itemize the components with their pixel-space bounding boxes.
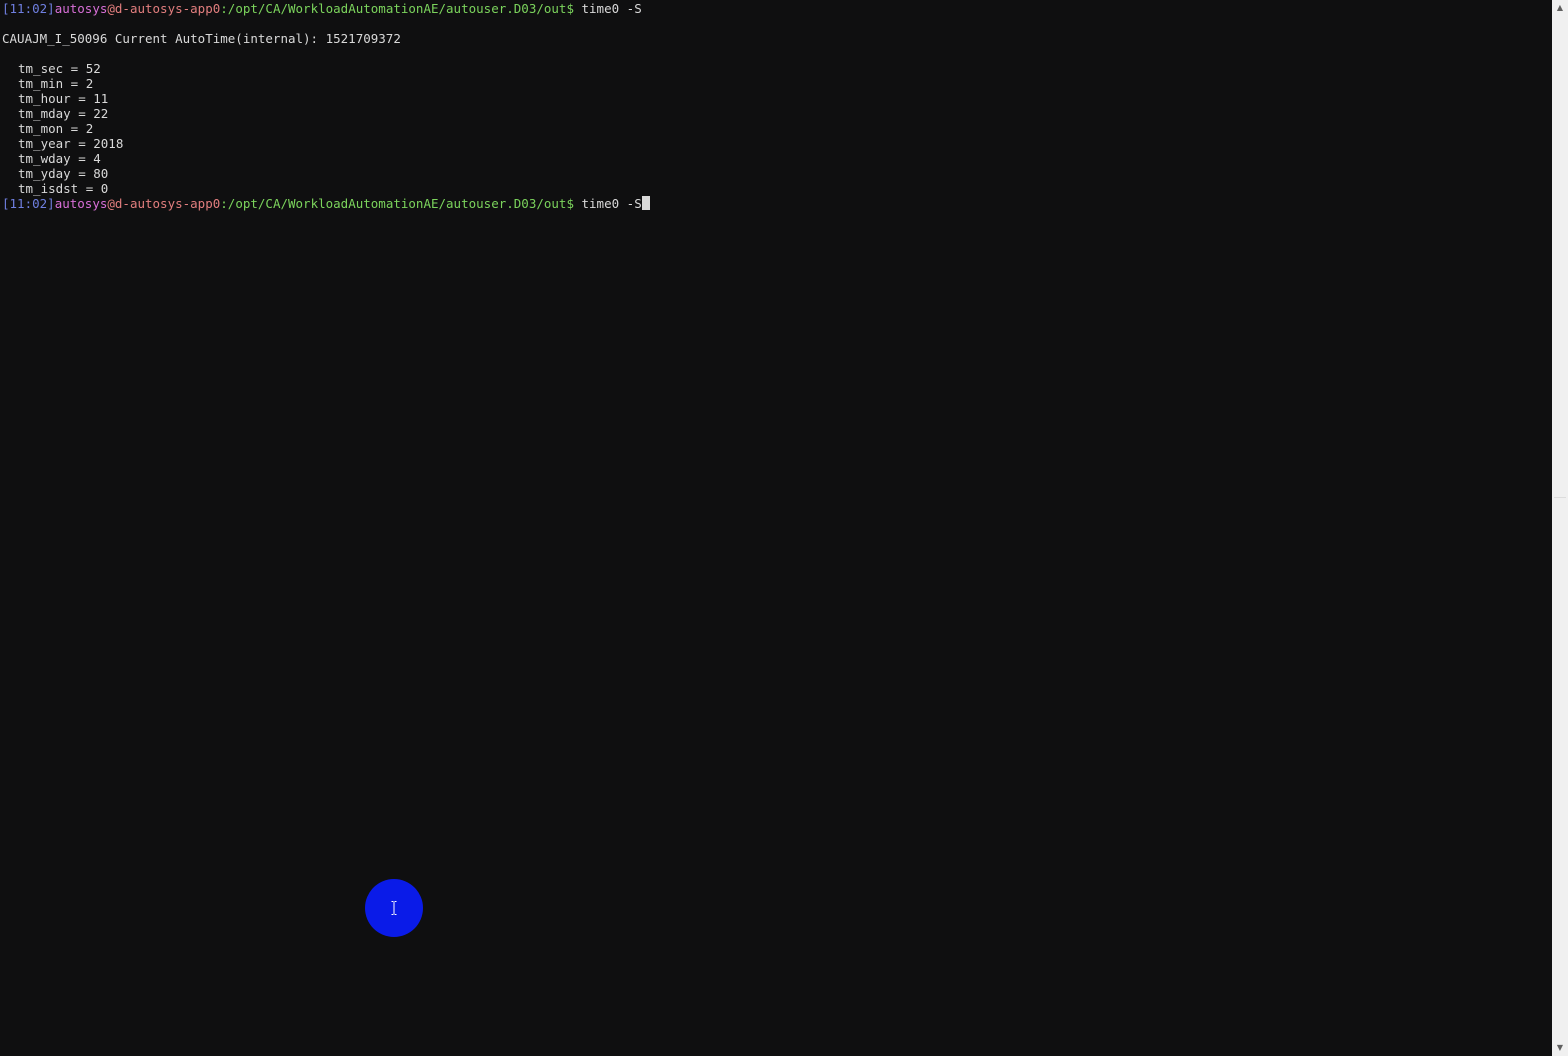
- output-field: tm_isdst = 0: [18, 181, 109, 196]
- output-field: tm_wday = 4: [18, 151, 101, 166]
- scroll-thumb[interactable]: [1554, 17, 1566, 498]
- output-field: tm_hour = 11: [18, 91, 109, 106]
- prompt-time: [11:02]: [2, 196, 55, 211]
- output-field: tm_min = 2: [18, 76, 94, 91]
- prompt-path: :/opt/CA/WorkloadAutomationAE/autouser.D…: [220, 196, 574, 211]
- output-message: CAUAJM_I_50096 Current AutoTime(internal…: [2, 31, 401, 46]
- prompt-line: [11:02]autosys@d-autosys-app0:/opt/CA/Wo…: [2, 1, 1552, 16]
- output-field: tm_sec = 52: [18, 61, 101, 76]
- prompt-user: autosys: [54, 196, 108, 211]
- click-indicator: [365, 879, 423, 937]
- current-prompt-line[interactable]: [11:02]autosys@d-autosys-app0:/opt/CA/Wo…: [2, 196, 1552, 211]
- prompt-user: autosys: [54, 1, 108, 16]
- vertical-scrollbar[interactable]: ▲ ▼: [1552, 0, 1568, 1056]
- prompt-path: :/opt/CA/WorkloadAutomationAE/autouser.D…: [220, 1, 574, 16]
- scroll-down-icon[interactable]: ▼: [1552, 1040, 1568, 1056]
- output-field: tm_mday = 22: [18, 106, 109, 121]
- prompt-host: @d-autosys-app0: [107, 196, 221, 211]
- output-field: tm_mon = 2: [18, 121, 94, 136]
- ibeam-cursor-icon: [391, 901, 397, 915]
- prompt-command: time0 -S: [573, 1, 642, 16]
- prompt-time: [11:02]: [2, 1, 55, 16]
- command-input[interactable]: time0 -S: [574, 196, 642, 211]
- output-field: tm_year = 2018: [18, 136, 124, 151]
- scroll-up-icon[interactable]: ▲: [1552, 0, 1568, 16]
- output-field: tm_yday = 80: [18, 166, 109, 181]
- prompt-host: @d-autosys-app0: [107, 1, 221, 16]
- text-cursor: [641, 196, 650, 210]
- terminal-window[interactable]: [11:02]autosys@d-autosys-app0:/opt/CA/Wo…: [0, 0, 1552, 1056]
